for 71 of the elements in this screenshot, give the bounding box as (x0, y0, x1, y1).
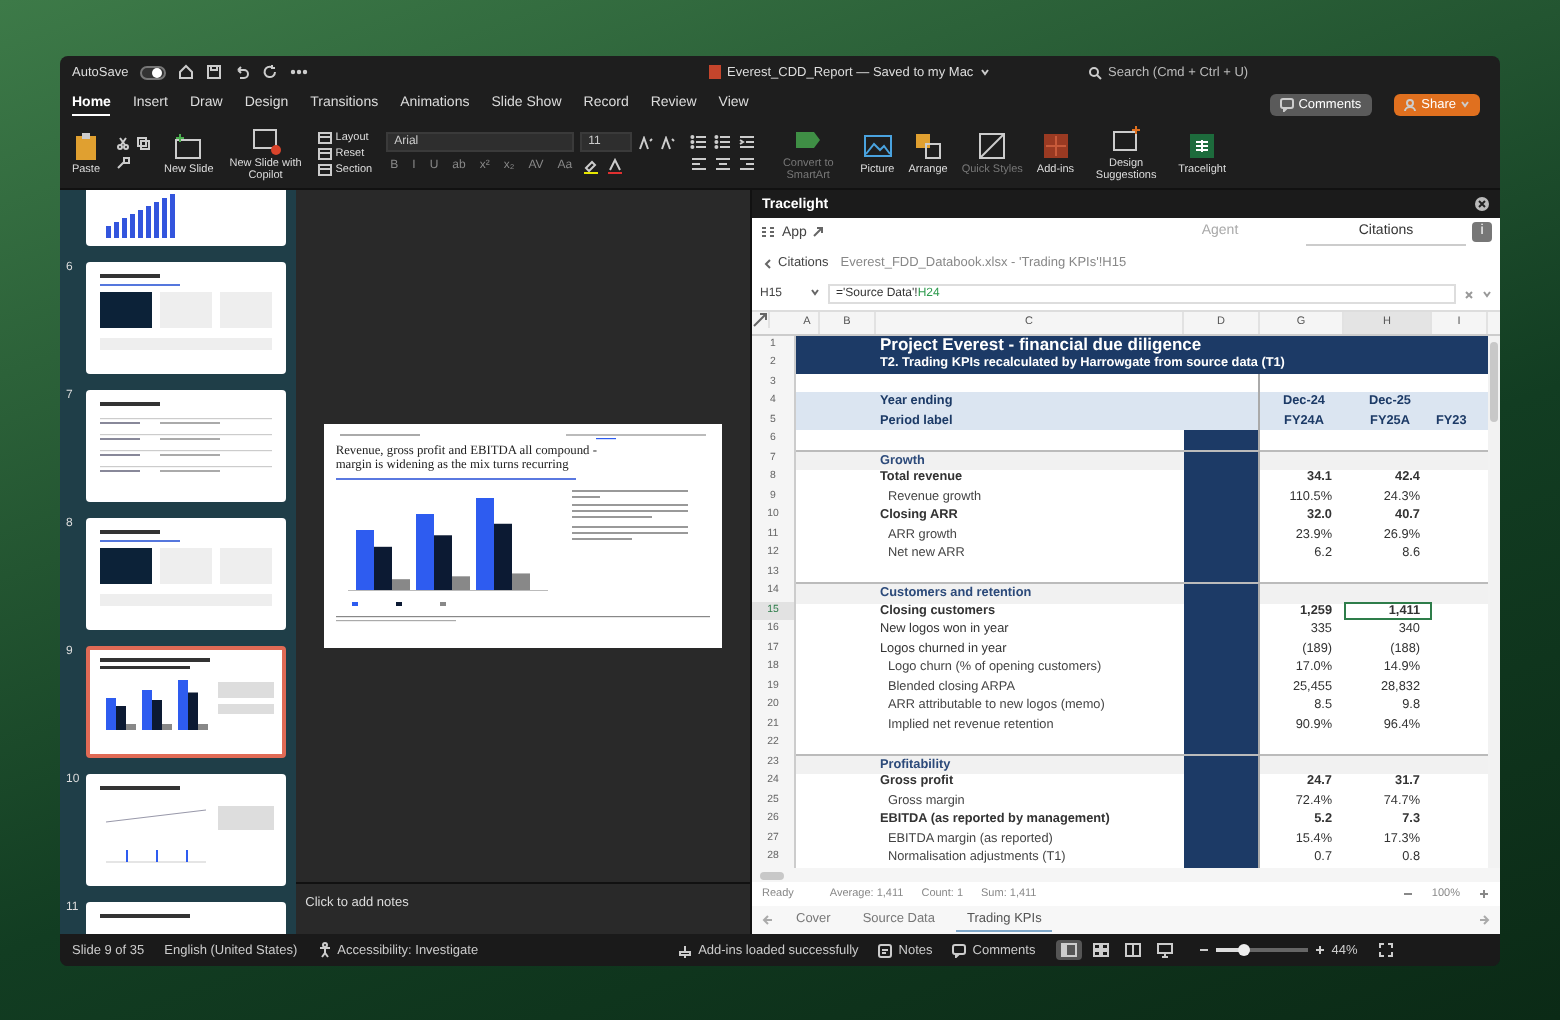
close-icon[interactable] (1474, 196, 1490, 213)
zoom-slider[interactable] (1215, 948, 1308, 953)
table-cell (1260, 753, 1344, 775)
external-link-icon (812, 226, 825, 239)
document-icon (707, 64, 721, 81)
shape-styles-icon (976, 130, 1009, 163)
presenter-view-icon[interactable] (1151, 940, 1178, 961)
minus-icon[interactable] (1197, 944, 1210, 957)
expand-icon[interactable] (752, 311, 770, 328)
table-cell (1260, 449, 1344, 471)
accessibility-icon (317, 942, 332, 959)
table-cell (1260, 582, 1344, 604)
slide-thumbnail[interactable] (86, 390, 286, 503)
table-cell (1184, 430, 1260, 450)
fit-to-window-icon[interactable] (1377, 942, 1394, 959)
numbering-icon[interactable] (714, 134, 733, 151)
scissors-icon[interactable] (116, 136, 130, 151)
search-icon (1088, 65, 1102, 80)
layout-icon (317, 163, 332, 176)
sparkle-frame-icon (1110, 124, 1143, 157)
slide-thumbnail[interactable] (86, 518, 286, 631)
grid-icon (760, 224, 776, 241)
brush-icon[interactable] (116, 156, 130, 171)
font-color-icon[interactable] (606, 158, 625, 175)
slide-thumbnail[interactable] (86, 262, 286, 375)
caret-icon (1460, 100, 1470, 109)
home-icon[interactable] (178, 64, 195, 81)
reading-view-icon[interactable] (1119, 940, 1146, 961)
align-left-icon[interactable] (690, 156, 709, 173)
autosave-toggle[interactable] (140, 65, 167, 80)
caret-icon (810, 288, 820, 297)
slide-thumbnail[interactable] (86, 774, 286, 887)
horizontal-scrollbar[interactable] (752, 867, 1500, 883)
caret-icon[interactable] (979, 68, 990, 77)
vertical-scrollbar[interactable] (1488, 335, 1500, 868)
grid-icon (1039, 130, 1072, 163)
table-cell (1184, 848, 1260, 868)
save-icon[interactable] (206, 64, 223, 81)
chevron-left-icon (764, 257, 772, 270)
table-cell (796, 582, 820, 604)
normal-view-icon[interactable] (1055, 940, 1082, 961)
align-center-icon[interactable] (714, 156, 733, 173)
copy-icon[interactable] (136, 136, 150, 151)
highlighter-icon[interactable] (582, 158, 601, 175)
layout-icon (317, 147, 332, 160)
picture-icon (861, 130, 894, 163)
shrink-font-icon[interactable] (660, 135, 677, 150)
table-cell (1184, 582, 1260, 604)
slide-sparkle-icon (249, 124, 282, 157)
slide-sorter-icon[interactable] (1087, 940, 1114, 961)
grow-font-icon[interactable] (638, 135, 655, 150)
bullets-icon[interactable] (690, 134, 709, 151)
people-icon (1403, 97, 1418, 112)
comment-icon (1280, 97, 1295, 112)
indent-icon[interactable] (738, 134, 757, 151)
table-cell (1184, 734, 1260, 754)
table-cell (796, 449, 820, 471)
undo-icon[interactable] (234, 64, 251, 81)
table-cell (796, 753, 820, 775)
plus-icon[interactable] (1313, 944, 1326, 957)
slide-thumbnail[interactable] (86, 646, 286, 759)
clipboard-icon (70, 130, 102, 163)
plug-icon (678, 943, 693, 958)
spreadsheet-icon (1186, 130, 1219, 163)
notes-icon (878, 943, 893, 958)
align-right-icon[interactable] (738, 156, 757, 173)
layout-icon (317, 131, 332, 144)
redo-icon[interactable] (262, 64, 279, 81)
arrange-icon (912, 130, 945, 163)
slide-plus-icon (172, 130, 205, 163)
comment-icon (952, 943, 967, 958)
